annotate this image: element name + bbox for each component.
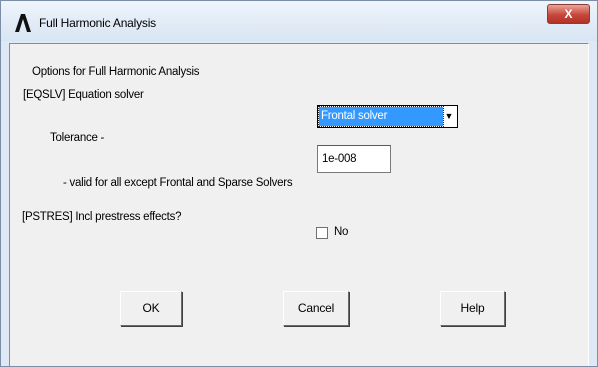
dialog-window: Full Harmonic Analysis X Options for Ful… [0, 0, 598, 367]
help-button[interactable]: Help [440, 291, 505, 326]
window-title: Full Harmonic Analysis [39, 16, 156, 30]
valid-note: - valid for all except Frontal and Spars… [63, 177, 293, 189]
pstres-label: [PSTRES] Incl prestress effects? [22, 211, 182, 223]
section-title: Options for Full Harmonic Analysis [32, 66, 200, 78]
ok-button[interactable]: OK [120, 291, 182, 326]
eqslv-label: [EQSLV] Equation solver [23, 89, 144, 101]
prestress-checkbox-label[interactable]: No [334, 226, 348, 238]
tolerance-label: Tolerance - [50, 132, 105, 144]
prestress-checkbox[interactable] [316, 227, 328, 239]
ansys-logo-icon [15, 14, 31, 32]
tolerance-input[interactable] [317, 145, 391, 173]
title-bar[interactable]: Full Harmonic Analysis X [1, 1, 597, 41]
close-button[interactable]: X [547, 4, 590, 24]
cancel-button[interactable]: Cancel [283, 291, 349, 326]
dropdown-arrow-icon[interactable]: ▼ [443, 107, 455, 126]
equation-solver-value: Frontal solver [318, 106, 444, 127]
equation-solver-select[interactable]: Frontal solver ▼ [317, 105, 458, 128]
